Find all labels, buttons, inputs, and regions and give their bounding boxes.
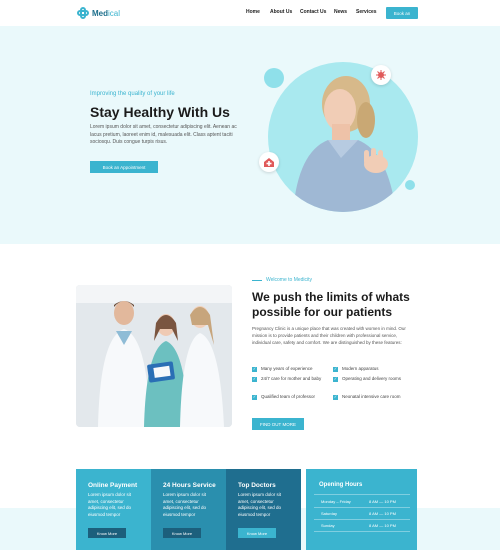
hours-row: Saturday 8 AM — 10 PM: [321, 511, 396, 516]
nav-item-services[interactable]: Services: [356, 9, 377, 15]
hours-row: Sunday 8 AM — 10 PM: [321, 523, 396, 528]
about-text: Pregnancy Clinic is a unique place that …: [252, 326, 406, 345]
brand-logo[interactable]: Medical: [77, 6, 120, 20]
decor-circle: [264, 68, 284, 88]
opening-hours-title: Opening Hours: [319, 482, 363, 488]
divider: [314, 507, 410, 508]
hero-section: [0, 26, 500, 244]
check-icon: ✓: [333, 365, 338, 372]
hero-text: Lorem ipsum dolor sit amet, consectetur …: [90, 124, 237, 145]
nav-item-about[interactable]: About Us: [270, 9, 292, 15]
divider: [314, 519, 410, 520]
hero-title: Stay Healthy With Us: [90, 104, 230, 120]
know-more-button[interactable]: Know More: [88, 528, 126, 538]
brand-name: Medical: [92, 8, 121, 18]
hero-doctor-image: [268, 62, 418, 212]
check-icon: ✓: [333, 393, 338, 400]
nav-item-contact[interactable]: Contact Us: [300, 9, 326, 15]
service-title: 24 Hours Service: [163, 482, 216, 489]
service-card-top-doctors: Top Doctors Lorem ipsum dolor sit amet, …: [226, 469, 301, 550]
hero-subtitle: Improving the quality of your life: [90, 91, 175, 97]
virus-icon: [371, 65, 391, 85]
service-text: Lorem ipsum dolor sit amet, consectetur …: [238, 492, 282, 517]
about-title: We push the limits of whats possible for…: [252, 290, 410, 319]
service-card-24-hours: 24 Hours Service Lorem ipsum dolor sit a…: [151, 469, 226, 550]
check-icon: ✓: [252, 393, 257, 400]
opening-hours-card: Opening Hours Monday – Friday 8 AM — 10 P…: [306, 469, 417, 550]
medical-house-icon: [259, 152, 279, 172]
service-text: Lorem ipsum dolor sit amet, consectetur …: [163, 492, 207, 517]
feature-item: ✓ Modern apparatus: [333, 365, 379, 372]
check-icon: ✓: [252, 365, 257, 372]
book-appointment-button[interactable]: Book an Appointment: [90, 161, 158, 173]
logo-cross-icon: [77, 7, 89, 19]
decor-circle: [405, 180, 415, 190]
feature-item: ✓ Neonatal intensive care room: [333, 393, 401, 400]
nav-item-home[interactable]: Home: [246, 9, 260, 15]
feature-item: ✓ Operating and delivery rooms: [333, 375, 402, 382]
nav-item-news[interactable]: News: [334, 9, 347, 15]
know-more-button[interactable]: Know More: [163, 528, 201, 538]
feature-item: ✓ Many years of experience: [252, 365, 313, 372]
divider: [314, 531, 410, 532]
hours-row: Monday – Friday 8 AM — 10 PM: [321, 499, 396, 504]
check-icon: ✓: [252, 375, 257, 382]
doctors-team-image: [76, 285, 232, 427]
top-navbar: Medical Home About Us Contact Us News Se…: [0, 0, 500, 26]
know-more-button[interactable]: Know More: [238, 528, 276, 538]
feature-item: ✓ 24/7 care for mother and baby: [252, 375, 322, 382]
book-button[interactable]: Book an: [386, 7, 418, 19]
service-title: Top Doctors: [238, 482, 276, 489]
eyebrow-line: [252, 279, 262, 281]
eyebrow-text: Welcome to Medicity: [266, 277, 313, 283]
about-eyebrow: Welcome to Medicity: [252, 277, 312, 283]
divider: [314, 494, 410, 495]
service-card-online-payment: Online Payment Lorem ipsum dolor sit ame…: [76, 469, 151, 550]
feature-item: ✓ Qualified team of professor: [252, 393, 316, 400]
service-title: Online Payment: [88, 482, 138, 489]
find-out-more-button[interactable]: FIND OUT MORE: [252, 418, 304, 430]
service-text: Lorem ipsum dolor sit amet, consectetur …: [88, 492, 132, 517]
check-icon: ✓: [333, 375, 338, 382]
